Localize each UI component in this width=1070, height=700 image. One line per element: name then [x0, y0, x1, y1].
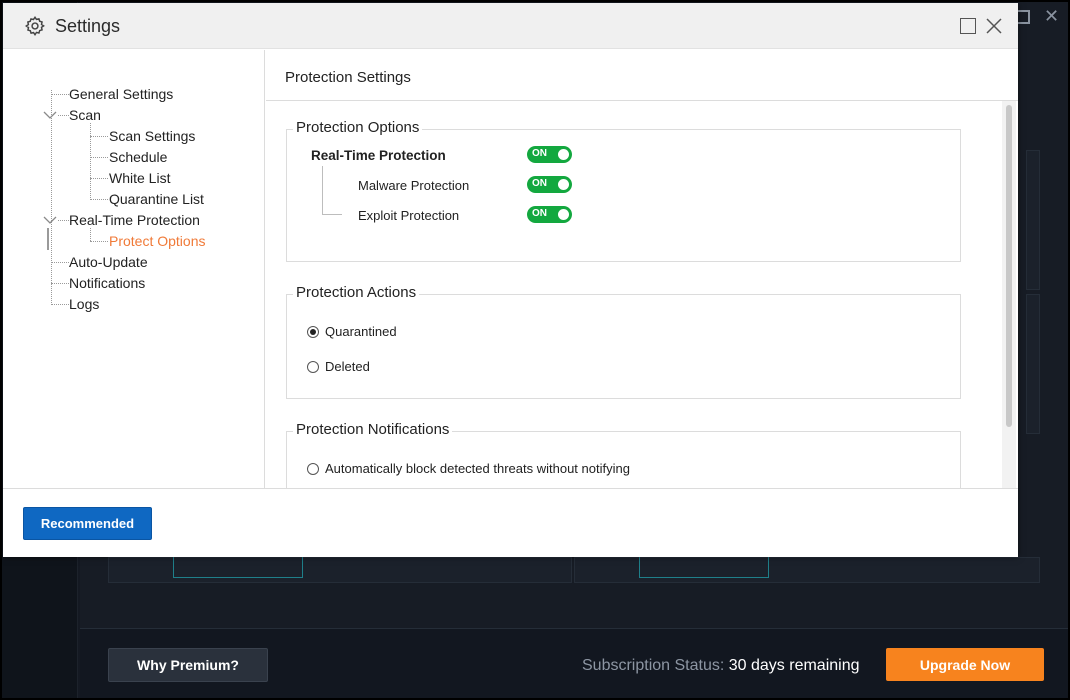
- tree-item-general-settings[interactable]: General Settings: [69, 86, 173, 102]
- toggle-knob: [558, 179, 569, 190]
- exploit-protection-label: Exploit Protection: [358, 208, 460, 223]
- settings-tree: General Settings Scan Scan Settings Sche…: [3, 50, 265, 488]
- app-maximize-icon[interactable]: [1016, 10, 1030, 24]
- app-card: [1026, 150, 1040, 290]
- tree-item-notifications[interactable]: Notifications: [69, 275, 145, 291]
- tree-item-real-time-protection[interactable]: Real-Time Protection: [69, 212, 200, 228]
- panel-body: Protection Options Real-Time Protection …: [266, 101, 1018, 488]
- why-premium-button[interactable]: Why Premium?: [108, 648, 268, 682]
- deleted-label[interactable]: Deleted: [325, 359, 370, 374]
- app-card: [1026, 294, 1040, 434]
- tree-connector: [51, 90, 52, 303]
- tree-connector: [90, 123, 91, 200]
- tree-connector: [47, 228, 49, 250]
- panel-scrollbar[interactable]: [1002, 101, 1016, 488]
- app-card: [574, 556, 1040, 583]
- app-footer: Why Premium? Subscription Status: 30 day…: [80, 628, 1068, 698]
- tree-item-quarantine-list[interactable]: Quarantine List: [109, 191, 204, 207]
- settings-dialog: Settings General Settings Scan Scan Sett…: [3, 3, 1018, 557]
- recommended-button[interactable]: Recommended: [23, 507, 152, 540]
- toggle-knob: [558, 209, 569, 220]
- tree-connector: [58, 220, 69, 221]
- protection-actions-group: Protection Actions Quarantined Deleted: [286, 284, 961, 399]
- tree-item-schedule[interactable]: Schedule: [109, 149, 167, 165]
- group-legend: Protection Options: [293, 119, 423, 136]
- tree-connector: [90, 178, 108, 179]
- subscription-status-label: Subscription Status:: [582, 657, 725, 674]
- panel-header: Protection Settings: [266, 50, 1018, 101]
- subscription-status: Subscription Status: 30 days remaining: [582, 657, 860, 675]
- scrollbar-thumb[interactable]: [1006, 105, 1012, 427]
- gear-icon: [25, 16, 45, 37]
- malware-protection-toggle[interactable]: ON: [527, 176, 572, 193]
- tree-connector: [51, 262, 69, 263]
- protection-notifications-group: Protection Notifications Automatically b…: [286, 421, 961, 488]
- maximize-icon[interactable]: [960, 18, 976, 34]
- quarantined-label[interactable]: Quarantined: [325, 324, 397, 339]
- app-close-icon[interactable]: ✕: [1044, 6, 1059, 26]
- dialog-footer: Recommended: [3, 488, 1018, 557]
- deleted-radio[interactable]: [307, 361, 319, 373]
- protection-options-group: Protection Options Real-Time Protection …: [286, 119, 961, 262]
- tree-connector: [90, 199, 108, 200]
- tree-connector: [90, 241, 108, 242]
- chevron-down-icon[interactable]: [43, 215, 57, 225]
- chevron-down-icon[interactable]: [43, 110, 57, 120]
- install-now-button[interactable]: [173, 556, 303, 578]
- toggle-state: ON: [532, 208, 547, 219]
- tree-item-protect-options[interactable]: Protect Options: [109, 233, 206, 249]
- tree-item-logs[interactable]: Logs: [69, 296, 99, 312]
- tree-item-auto-update[interactable]: Auto-Update: [69, 254, 148, 270]
- tree-item-scan-settings[interactable]: Scan Settings: [109, 128, 195, 144]
- group-legend: Protection Notifications: [293, 421, 453, 438]
- close-icon[interactable]: [985, 16, 1003, 36]
- tree-item-white-list[interactable]: White List: [109, 170, 170, 186]
- auto-block-radio[interactable]: [307, 463, 319, 475]
- real-time-protection-label: Real-Time Protection: [311, 148, 446, 163]
- toggle-knob: [558, 149, 569, 160]
- group-legend: Protection Actions: [293, 284, 420, 301]
- quarantined-radio[interactable]: [307, 326, 319, 338]
- malware-protection-label: Malware Protection: [358, 178, 470, 193]
- tree-connector: [51, 283, 69, 284]
- tree-item-scan[interactable]: Scan: [69, 107, 101, 123]
- panel-title: Protection Settings: [285, 69, 411, 86]
- dialog-titlebar: Settings: [3, 3, 1018, 49]
- option-connector: [322, 214, 342, 215]
- auto-block-label[interactable]: Automatically block detected threats wit…: [325, 461, 630, 476]
- upgrade-now-button[interactable]: Upgrade Now: [886, 648, 1044, 681]
- subscription-status-value: 30 days remaining: [728, 657, 860, 674]
- tree-connector: [58, 115, 69, 116]
- option-connector: [322, 166, 323, 214]
- tree-connector: [90, 228, 91, 241]
- tree-connector: [51, 304, 69, 305]
- app-card: [108, 556, 572, 583]
- toggle-state: ON: [532, 178, 547, 189]
- toggle-state: ON: [532, 148, 547, 159]
- tree-connector: [90, 157, 108, 158]
- real-time-protection-toggle[interactable]: ON: [527, 146, 572, 163]
- tree-connector: [51, 94, 69, 95]
- dialog-title: Settings: [55, 16, 121, 36]
- exploit-protection-toggle[interactable]: ON: [527, 206, 572, 223]
- install-now-button[interactable]: [639, 556, 769, 578]
- tree-connector: [90, 136, 108, 137]
